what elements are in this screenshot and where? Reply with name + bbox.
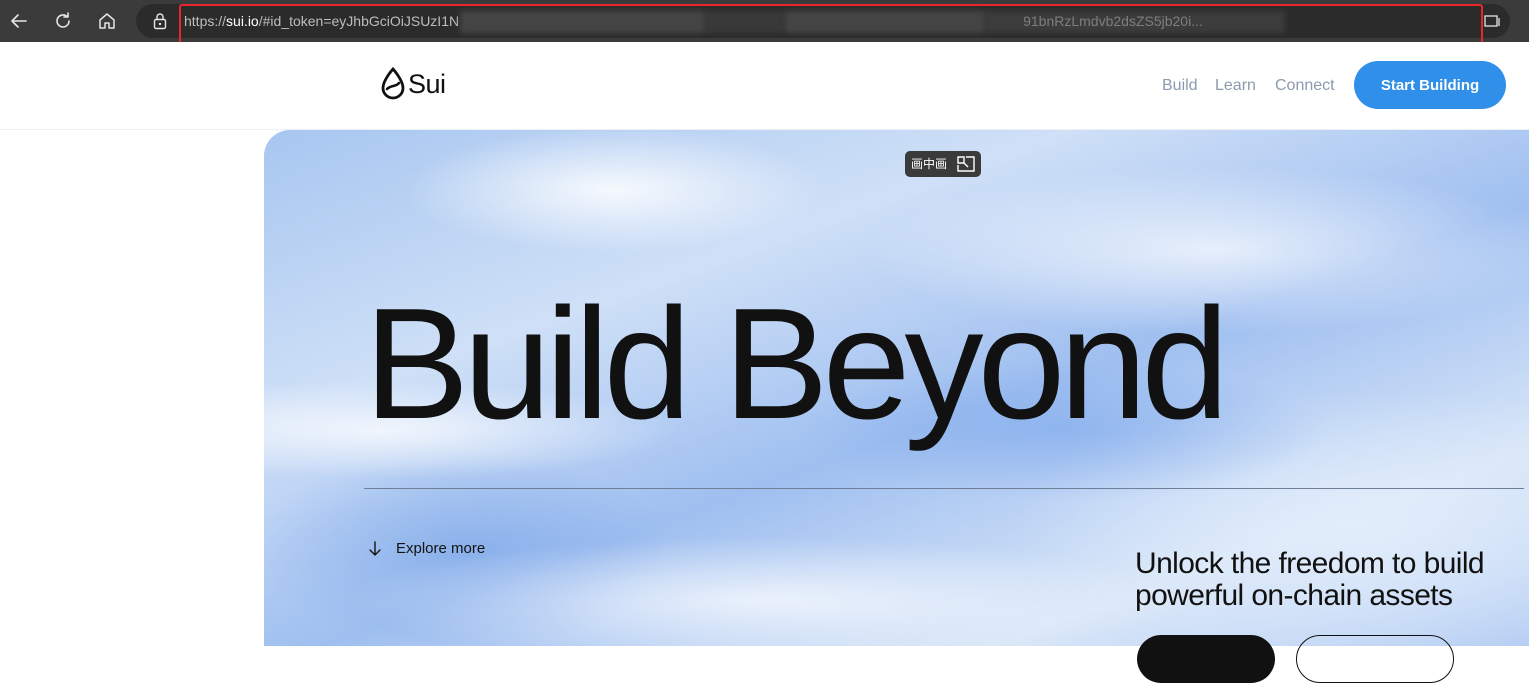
reader-view-icon[interactable] xyxy=(1484,13,1502,29)
start-building-button[interactable]: Start Building xyxy=(1354,61,1506,109)
nav-learn[interactable]: Learn xyxy=(1215,76,1256,96)
hero-secondary-button[interactable] xyxy=(1296,635,1454,683)
nav-build[interactable]: Build xyxy=(1162,76,1198,96)
hero-primary-button[interactable] xyxy=(1137,635,1275,683)
hero-tagline: Unlock the freedom to build powerful on-… xyxy=(1135,547,1485,612)
lock-icon[interactable] xyxy=(152,11,168,31)
explore-more-label: Explore more xyxy=(396,540,486,557)
logo-text: Sui xyxy=(408,68,446,99)
pip-label: 画中画 xyxy=(911,157,948,171)
nav-connect[interactable]: Connect xyxy=(1275,76,1335,96)
explore-more-link[interactable]: Explore more xyxy=(368,540,485,557)
picture-in-picture-button[interactable]: 画中画 xyxy=(905,151,981,177)
hero-title: Build Beyond xyxy=(364,276,1229,452)
arrow-down-icon xyxy=(369,540,381,556)
reload-icon[interactable] xyxy=(50,8,76,34)
sui-logo[interactable]: Sui xyxy=(380,67,446,101)
home-icon[interactable] xyxy=(94,8,120,34)
back-icon[interactable] xyxy=(6,8,32,34)
url-highlight-box xyxy=(179,4,1483,45)
sui-droplet-icon xyxy=(381,67,405,100)
hero-divider xyxy=(364,488,1524,489)
pip-icon xyxy=(957,156,975,172)
